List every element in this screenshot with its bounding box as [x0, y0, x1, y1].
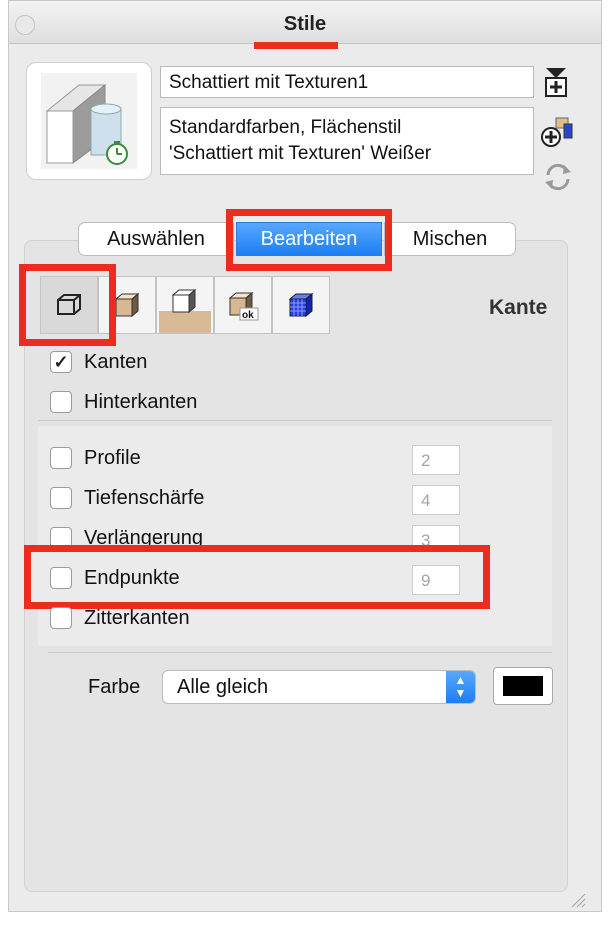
- update-style-icon[interactable]: [543, 162, 573, 192]
- chevron-up-down-icon[interactable]: ▲ ▼: [446, 671, 475, 703]
- title-highlight-underline: [254, 42, 338, 49]
- section-title: Kante: [489, 296, 548, 319]
- divider: [38, 420, 552, 421]
- jitter-label: Zitterkanten: [84, 607, 190, 629]
- hinterkanten-label: Hinterkanten: [84, 391, 198, 413]
- jitter-checkbox[interactable]: [50, 607, 72, 629]
- edge-settings-highlight: [19, 264, 116, 346]
- edit-tab-highlight: [226, 209, 392, 271]
- kanten-label: Kanten: [84, 351, 148, 373]
- title-bar[interactable]: Stile: [9, 1, 601, 44]
- background-settings-icon: [159, 288, 211, 333]
- tab-mix[interactable]: Mischen: [384, 222, 516, 256]
- color-swatch-fill: [503, 676, 543, 696]
- color-label: Farbe: [88, 676, 141, 698]
- kanten-checkbox[interactable]: ✓: [50, 351, 72, 373]
- modeling-settings-button[interactable]: [272, 276, 330, 334]
- style-name-field[interactable]: Schattiert mit Texturen1: [160, 66, 534, 98]
- modeling-settings-icon: [288, 292, 314, 318]
- svg-text:ok: ok: [242, 310, 254, 321]
- color-mode-select[interactable]: Alle gleich: [162, 670, 476, 704]
- hinterkanten-checkbox[interactable]: [50, 391, 72, 413]
- depth-cue-label: Tiefenschärfe: [84, 487, 205, 509]
- tab-select[interactable]: Auswählen: [78, 222, 234, 256]
- edge-color-swatch[interactable]: [493, 667, 553, 705]
- divider: [48, 652, 552, 653]
- face-settings-icon: [114, 292, 140, 318]
- profile-label: Profile: [84, 447, 141, 469]
- style-thumbnail[interactable]: [26, 62, 152, 180]
- add-to-model-icon[interactable]: [544, 66, 568, 98]
- style-preview-icon: [41, 73, 137, 169]
- background-settings-button[interactable]: [156, 276, 214, 334]
- depth-cue-checkbox[interactable]: [50, 487, 72, 509]
- resize-grip-icon[interactable]: [566, 892, 586, 908]
- create-style-icon[interactable]: [540, 114, 576, 150]
- endpoints-highlight: [24, 545, 490, 609]
- profile-checkbox[interactable]: [50, 447, 72, 469]
- watermark-settings-button[interactable]: ok: [214, 276, 272, 334]
- window-title: Stile: [283, 13, 327, 35]
- watermark-settings-icon: ok: [228, 291, 259, 321]
- style-description-field[interactable]: Standardfarben, Flächenstil 'Schattiert …: [160, 107, 534, 175]
- profile-width-field[interactable]: 2: [412, 445, 460, 475]
- depth-cue-field[interactable]: 4: [412, 485, 460, 515]
